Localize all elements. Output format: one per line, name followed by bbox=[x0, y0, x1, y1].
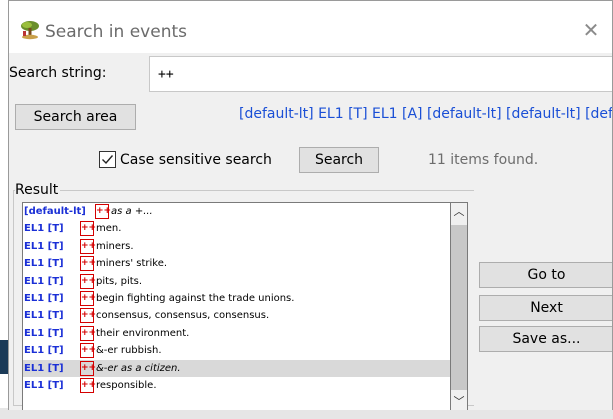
result-scrollbar[interactable]: ︿ ﹀ bbox=[451, 202, 468, 410]
event-tag: EL1 [T] bbox=[24, 327, 64, 339]
list-item[interactable]: EL1 [T] ++ their environment. bbox=[23, 325, 450, 342]
event-tag: EL1 [T] bbox=[24, 310, 64, 322]
match-marker: ++ bbox=[80, 343, 96, 359]
list-item[interactable]: EL1 [T] ++ miners' strike. bbox=[23, 255, 450, 272]
match-marker: ++ bbox=[80, 378, 96, 393]
case-sensitive-checkbox[interactable] bbox=[99, 151, 116, 168]
save-as-button[interactable]: Save as... bbox=[479, 326, 612, 352]
items-found-status: 11 items found. bbox=[428, 152, 539, 168]
next-button[interactable]: Next bbox=[479, 295, 612, 321]
match-marker: ++ bbox=[80, 308, 96, 324]
match-context: pits, pits. bbox=[96, 275, 143, 287]
match-context: responsible. bbox=[96, 380, 157, 391]
match-context: miners. bbox=[96, 240, 134, 252]
search-string-label: Search string: bbox=[9, 65, 107, 81]
list-item[interactable]: EL1 [T] ++ consensus, consensus, consensus… bbox=[23, 307, 450, 324]
search-area-button[interactable]: Search area bbox=[15, 104, 136, 130]
match-context: miners' strike. bbox=[96, 258, 168, 270]
match-context: begin fighting against the trade unions. bbox=[96, 293, 295, 304]
match-context: their environment. bbox=[96, 327, 190, 339]
event-tag: [default-lt] bbox=[24, 206, 86, 217]
list-item[interactable]: EL1 [T] ++ pits, pits. bbox=[23, 273, 450, 290]
list-item[interactable]: [default-lt] ++ as a +... bbox=[23, 203, 450, 220]
match-marker: ++ bbox=[80, 273, 96, 289]
result-label: Result bbox=[15, 182, 61, 198]
match-context: &-er rubbish. bbox=[96, 345, 162, 357]
match-marker: ++ bbox=[80, 291, 96, 306]
match-marker: ++ bbox=[80, 238, 96, 254]
list-item[interactable]: EL1 [T] ++ &-er as a citizen. bbox=[23, 359, 450, 377]
go-to-button[interactable]: Go to bbox=[479, 262, 612, 288]
list-item[interactable]: EL1 [T] ++ &-er rubbish. bbox=[23, 342, 450, 359]
list-item[interactable]: EL1 [T] ++ begin fighting against the trad… bbox=[23, 290, 450, 307]
scroll-down-icon[interactable]: ﹀ bbox=[451, 393, 467, 410]
background-window-edge bbox=[0, 0, 8, 419]
search-area-value: [default-lt] EL1 [T] EL1 [A] [default-lt… bbox=[239, 106, 613, 122]
checkmark-icon bbox=[102, 155, 114, 165]
match-marker: ++ bbox=[80, 256, 96, 272]
event-tag: EL1 [T] bbox=[24, 293, 64, 304]
match-context: &-er as a citizen. bbox=[96, 362, 181, 374]
case-sensitive-label[interactable]: Case sensitive search bbox=[120, 152, 272, 168]
scroll-up-icon[interactable]: ︿ bbox=[451, 203, 467, 220]
match-context: as a +... bbox=[111, 206, 153, 217]
list-item[interactable]: EL1 [T] ++ men. bbox=[23, 220, 450, 237]
result-list[interactable]: [default-lt] ++ as a +... EL1 [T] ++ men. EL1 … bbox=[22, 202, 451, 410]
close-icon[interactable]: ✕ bbox=[579, 18, 603, 42]
scroll-thumb[interactable] bbox=[451, 225, 467, 390]
window-title: Search in events bbox=[45, 22, 187, 42]
search-button[interactable]: Search bbox=[299, 147, 379, 173]
search-events-dialog: Search in events ✕ Search string: ++ Sea… bbox=[8, 0, 613, 410]
match-marker: ++ bbox=[95, 204, 111, 219]
event-tag: EL1 [T] bbox=[24, 223, 64, 235]
match-marker: ++ bbox=[80, 325, 96, 341]
list-item[interactable]: EL1 [T] ++ miners. bbox=[23, 238, 450, 255]
match-marker: ++ bbox=[80, 221, 96, 237]
event-tag: EL1 [T] bbox=[24, 275, 64, 287]
event-tag: EL1 [T] bbox=[24, 240, 64, 252]
title-bar[interactable]: Search in events ✕ bbox=[9, 1, 612, 53]
search-string-input[interactable]: ++ bbox=[149, 56, 612, 92]
match-marker: ++ bbox=[80, 360, 96, 376]
tree-scene-icon bbox=[19, 19, 41, 41]
event-tag: EL1 [T] bbox=[24, 258, 64, 270]
background-window-edge-dark bbox=[0, 340, 8, 374]
event-tag: EL1 [T] bbox=[24, 345, 64, 357]
event-tag: EL1 [T] bbox=[24, 362, 64, 374]
event-tag: EL1 [T] bbox=[24, 380, 64, 391]
match-context: consensus, consensus, consensus. bbox=[96, 310, 270, 322]
match-context: men. bbox=[96, 223, 122, 235]
list-item[interactable]: EL1 [T] ++ responsible. bbox=[23, 377, 450, 394]
